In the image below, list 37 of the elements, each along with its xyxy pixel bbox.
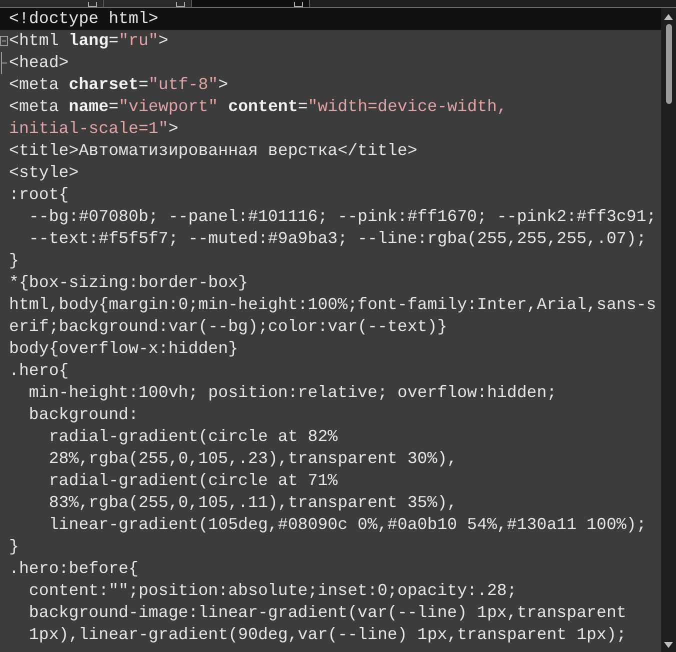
code-line: *{box-sizing:border-box} [9, 272, 248, 294]
code-line: <html lang="ru"> [9, 30, 168, 52]
code-line: .hero:before{ [9, 558, 138, 580]
code-line: html,body{margin:0;min-height:100%;font-family:Inter,Arial,sans-s [9, 294, 656, 316]
code-line: 83%,rgba(255,0,105,.11),transparent 35%), [48, 492, 458, 514]
code-line: <style> [9, 162, 79, 184]
code-line: } [9, 250, 19, 272]
editor-tab[interactable] [192, 0, 310, 7]
code-line: --bg:#07080b; --panel:#101116; --pink:#ff1670; --pink2:#ff3c91; [28, 206, 656, 228]
editor-tab[interactable] [0, 0, 104, 7]
code-line: initial-scale=1"> [9, 118, 178, 140]
code-line: radial-gradient(circle at 82% [48, 426, 338, 448]
code-line: .hero{ [9, 360, 69, 382]
code-line: --text:#f5f5f7; --muted:#9a9ba3; --line:rgba(255,255,255,.07); [28, 228, 646, 250]
code-line: <title>Автоматизированная верстка</title> [9, 140, 418, 162]
scroll-down-arrow-icon[interactable] [664, 642, 673, 648]
code-line: :root{ [9, 184, 69, 206]
code-line: erif;background:var(--bg);color:var(--text)} [9, 316, 448, 338]
code-line: background-image:linear-gradient(var(--line) 1px,transparent [28, 602, 626, 624]
code-line: <!doctype html> [9, 8, 158, 30]
code-line: } [9, 536, 19, 558]
code-line: radial-gradient(circle at 71% [48, 470, 338, 492]
fold-icon[interactable] [0, 36, 8, 46]
code-line: linear-gradient(105deg,#08090c 0%,#0a0b10 54%,#130a11 100%); [48, 514, 646, 536]
code-line: min-height:100vh; position:relative; overflow:hidden; [28, 382, 557, 404]
code-line: <meta name="viewport" content="width=device-width, [9, 96, 507, 118]
code-line: 1px),linear-gradient(90deg,var(--line) 1px,transparent 1px); [28, 624, 626, 646]
code-line: <head> [9, 52, 69, 74]
scrollbar[interactable] [661, 8, 676, 652]
code-line: <meta charset="utf-8"> [9, 74, 228, 96]
code-line: content:"";position:absolute;inset:0;opacity:.28; [28, 580, 517, 602]
code-line: background: [28, 404, 138, 426]
scrollbar-thumb[interactable] [666, 24, 672, 104]
scroll-up-arrow-icon[interactable] [664, 14, 673, 20]
code-line: 28%,rgba(255,0,105,.23),transparent 30%), [48, 448, 458, 470]
editor-tab[interactable] [104, 0, 192, 7]
code-line: body{overflow-x:hidden} [9, 338, 238, 360]
